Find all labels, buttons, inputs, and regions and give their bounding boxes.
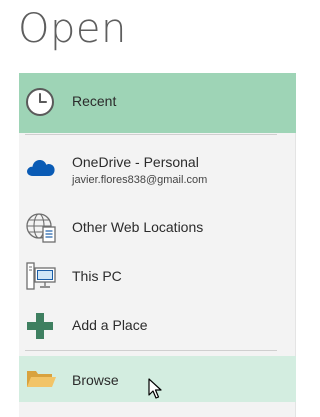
location-other-web-locations-label: Other Web Locations <box>72 219 204 235</box>
location-onedrive[interactable]: OneDrive - Personal javier.flores838@gma… <box>19 144 296 196</box>
divider <box>25 350 277 351</box>
folder-icon <box>25 367 57 396</box>
location-add-a-place[interactable]: Add a Place <box>19 303 296 347</box>
computer-icon <box>25 261 57 298</box>
location-this-pc[interactable]: This PC <box>19 253 296 299</box>
divider <box>25 134 277 135</box>
page-title: Open <box>18 6 127 52</box>
globe-document-icon <box>25 211 59 250</box>
onedrive-account-email: javier.flores838@gmail.com <box>72 174 208 186</box>
location-browse-label: Browse <box>72 372 119 388</box>
mouse-pointer-icon <box>148 378 162 405</box>
plus-icon <box>25 311 55 346</box>
open-page: Open Recent OneDrive - Personal javier.f… <box>0 0 313 417</box>
location-add-a-place-label: Add a Place <box>72 317 148 333</box>
clock-icon <box>25 87 55 122</box>
location-recent[interactable]: Recent <box>19 73 296 133</box>
cloud-icon <box>25 154 57 183</box>
location-recent-label: Recent <box>72 93 117 109</box>
location-this-pc-label: This PC <box>72 268 122 284</box>
location-onedrive-label: OneDrive - Personal <box>72 154 199 170</box>
location-other-web-locations[interactable]: Other Web Locations <box>19 204 296 250</box>
